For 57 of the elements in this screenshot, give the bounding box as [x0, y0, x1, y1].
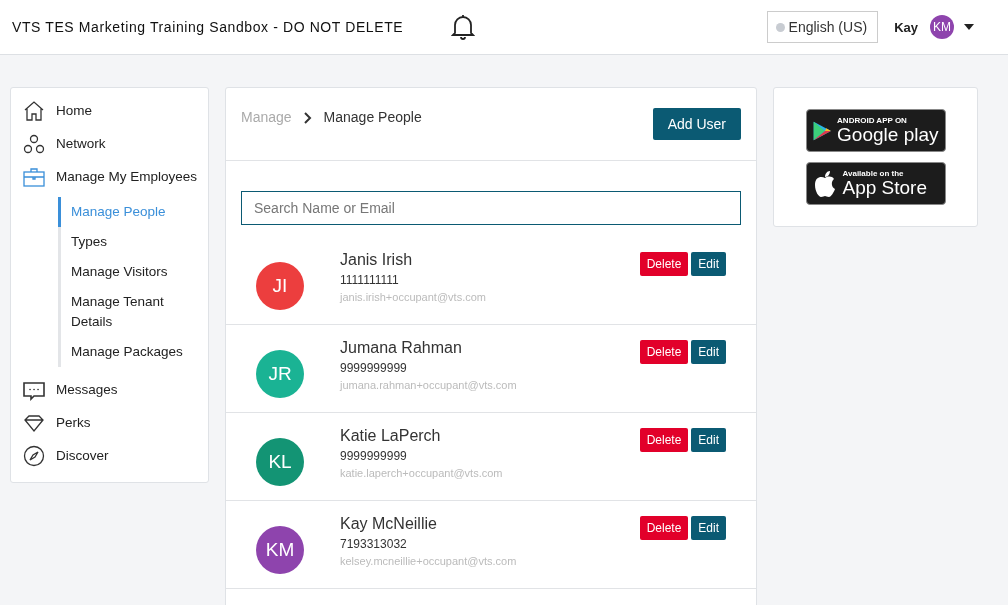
nav-item[interactable]: Perks — [11, 406, 208, 439]
person-email: kelsey.mcneillie+occupant@vts.com — [340, 555, 518, 567]
apple-icon — [812, 169, 837, 198]
briefcase-icon — [23, 165, 45, 188]
person-phone: 1111111111 — [340, 273, 400, 287]
subnav-item[interactable]: Manage Visitors — [58, 257, 201, 287]
edit-button[interactable]: Edit — [691, 516, 726, 540]
edit-button[interactable]: Edit — [691, 340, 726, 364]
delete-button[interactable]: Delete — [639, 516, 689, 540]
person-name: Jumana Rahman — [340, 339, 463, 357]
nav-item[interactable]: Manage My Employees — [11, 160, 208, 193]
app-title: VTS TES Marketing Training Sandbox - DO NOT DELETE — [12, 19, 404, 35]
person-name: Janis Irish — [340, 251, 414, 269]
avatar: JR — [256, 350, 304, 398]
badge-caption: Available on the — [842, 170, 905, 178]
person-email: janis.irish+occupant@vts.com — [340, 291, 487, 303]
person-name: Kay McNeillie — [340, 515, 438, 533]
search-field[interactable]: Search Name or Email — [241, 191, 741, 225]
subnav-item[interactable]: Types — [58, 227, 201, 257]
google-play-badge[interactable]: ANDROID APP ON Google play — [805, 109, 946, 152]
user-avatar[interactable]: KM — [930, 15, 954, 39]
person-email: katie.laperch+occupant@vts.com — [340, 467, 504, 479]
subnav-item[interactable]: Manage Tenant Details — [58, 287, 201, 337]
person-phone: 7193313032 — [340, 537, 408, 551]
add-user-button[interactable]: Add User — [652, 108, 741, 140]
user-name: Kay — [894, 19, 918, 35]
person-phone: 9999999999 — [340, 449, 408, 463]
delete-button[interactable]: Delete — [639, 340, 689, 364]
home-icon — [23, 99, 45, 122]
edit-button[interactable]: Edit — [691, 428, 726, 452]
network-icon — [23, 132, 45, 155]
nav-item[interactable]: Messages — [11, 373, 208, 406]
subnav-item[interactable]: Manage Packages — [58, 337, 201, 367]
nav-item[interactable]: Discover — [11, 439, 208, 472]
bell-icon[interactable] — [451, 14, 476, 40]
language-button[interactable]: English (US) — [766, 11, 879, 43]
compass-icon — [23, 444, 45, 467]
nav-item[interactable]: Home — [11, 94, 208, 127]
subnav-item[interactable]: Manage People — [58, 197, 201, 227]
person-email: jumana.rahman+occupant@vts.com — [340, 379, 518, 391]
avatar: JI — [256, 262, 304, 310]
globe-icon — [775, 22, 785, 32]
person-name: Katie LaPerch — [340, 427, 442, 445]
badge-title: Google play — [837, 125, 939, 144]
avatar: KM — [256, 526, 304, 574]
nav-item[interactable]: Network — [11, 127, 208, 160]
badge-caption: ANDROID APP ON — [837, 117, 908, 125]
app-store-badge[interactable]: Available on the App Store — [805, 162, 946, 205]
caret-icon[interactable] — [964, 24, 974, 30]
chevron-icon — [303, 112, 312, 124]
delete-button[interactable]: Delete — [639, 428, 689, 452]
breadcrumb-current: Manage People — [323, 109, 422, 125]
delete-button[interactable]: Delete — [639, 252, 689, 276]
avatar: KL — [256, 438, 304, 486]
person-phone: 9999999999 — [340, 361, 408, 375]
edit-button[interactable]: Edit — [691, 252, 726, 276]
badge-title: App Store — [842, 178, 927, 197]
